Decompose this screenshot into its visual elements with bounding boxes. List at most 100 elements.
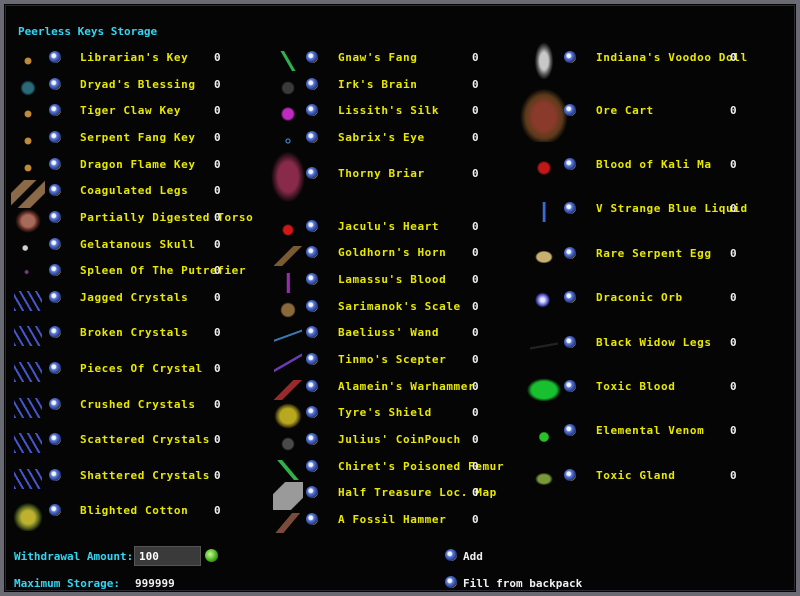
withdraw-item-button[interactable] — [49, 469, 61, 481]
withdraw-item-button[interactable] — [49, 78, 61, 90]
item-name: Jagged Crystals — [80, 291, 189, 304]
item-quantity: 0 — [472, 131, 479, 144]
withdraw-item-button[interactable] — [564, 424, 576, 436]
storage-gump: Peerless Keys Storage Librarian's Key 0 Dr… — [0, 0, 800, 596]
key-icon — [14, 158, 42, 178]
withdraw-item-button[interactable] — [49, 158, 61, 170]
withdraw-item-button[interactable] — [49, 504, 61, 516]
item-quantity: 0 — [730, 469, 737, 482]
item-quantity: 0 — [472, 433, 479, 446]
blue-liquid-icon — [530, 202, 558, 222]
withdraw-item-button[interactable] — [306, 167, 318, 179]
withdraw-item-button[interactable] — [564, 51, 576, 63]
key-icon — [14, 104, 42, 124]
withdraw-item-button[interactable] — [564, 469, 576, 481]
item-name: Black Widow Legs — [596, 336, 712, 349]
withdraw-item-button[interactable] — [49, 104, 61, 116]
torso-icon — [13, 207, 43, 235]
withdraw-item-button[interactable] — [564, 247, 576, 259]
item-quantity: 0 — [472, 380, 479, 393]
withdraw-item-button[interactable] — [564, 158, 576, 170]
withdraw-item-button[interactable] — [306, 460, 318, 472]
withdraw-item-button[interactable] — [306, 104, 318, 116]
item-name: Indiana's Voodoo Doll — [596, 51, 748, 64]
item-name: Chiret's Poisoned Femur — [338, 460, 505, 473]
item-name: Draconic Orb — [596, 291, 683, 304]
item-quantity: 0 — [472, 104, 479, 117]
item-name: Coagulated Legs — [80, 184, 189, 197]
item-name: Pieces Of Crystal — [80, 362, 203, 375]
item-quantity: 0 — [214, 238, 221, 251]
add-label: Add — [463, 550, 483, 563]
item-name: Gelatanous Skull — [80, 238, 196, 251]
key-icon — [14, 131, 42, 151]
item-quantity: 0 — [472, 78, 479, 91]
voodoo-doll-icon — [532, 37, 556, 85]
warhammer-icon — [274, 380, 302, 400]
withdraw-item-button[interactable] — [49, 291, 61, 303]
withdraw-item-button[interactable] — [306, 78, 318, 90]
add-button[interactable] — [445, 549, 457, 561]
withdraw-item-button[interactable] — [306, 380, 318, 392]
item-quantity: 0 — [472, 486, 479, 499]
item-name: Scattered Crystals — [80, 433, 211, 446]
horn-icon — [274, 246, 302, 266]
item-quantity: 0 — [472, 300, 479, 313]
withdraw-item-button[interactable] — [306, 486, 318, 498]
item-name: Shattered Crystals — [80, 469, 211, 482]
item-quantity: 0 — [472, 513, 479, 526]
withdraw-item-button[interactable] — [49, 184, 61, 196]
withdraw-item-button[interactable] — [306, 513, 318, 525]
withdraw-item-button[interactable] — [49, 326, 61, 338]
scale-icon — [274, 300, 302, 320]
legs-icon — [11, 180, 45, 208]
withdraw-item-button[interactable] — [49, 433, 61, 445]
item-name: Tinmo's Scepter — [338, 353, 447, 366]
withdraw-item-button[interactable] — [49, 131, 61, 143]
item-name: Toxic Blood — [596, 380, 676, 393]
item-name: Crushed Crystals — [80, 398, 196, 411]
item-name: V Strange Blue Liquid — [596, 202, 748, 215]
max-storage-label: Maximum Storage: — [14, 577, 120, 590]
skull-icon — [14, 238, 42, 258]
item-quantity: 0 — [214, 211, 221, 224]
withdraw-item-button[interactable] — [564, 104, 576, 116]
withdraw-item-button[interactable] — [49, 211, 61, 223]
withdraw-item-button[interactable] — [306, 131, 318, 143]
item-quantity: 0 — [472, 167, 479, 180]
withdraw-item-button[interactable] — [306, 353, 318, 365]
withdraw-item-button[interactable] — [306, 51, 318, 63]
withdraw-item-button[interactable] — [306, 433, 318, 445]
withdraw-amount-input[interactable] — [134, 546, 201, 566]
item-quantity: 0 — [472, 51, 479, 64]
withdraw-item-button[interactable] — [306, 246, 318, 258]
fill-from-backpack-button[interactable] — [445, 576, 457, 588]
withdraw-item-button[interactable] — [49, 264, 61, 276]
item-name: Sarimanok's Scale — [338, 300, 461, 313]
withdraw-item-button[interactable] — [564, 380, 576, 392]
withdraw-item-button[interactable] — [564, 291, 576, 303]
item-name: Tiger Claw Key — [80, 104, 182, 117]
withdraw-item-button[interactable] — [49, 51, 61, 63]
fill-from-backpack-label: Fill from backpack — [463, 577, 583, 590]
withdraw-item-button[interactable] — [306, 326, 318, 338]
item-name: Alamein's Warhammer — [338, 380, 476, 393]
item-name: A Fossil Hammer — [338, 513, 447, 526]
withdraw-item-button[interactable] — [564, 336, 576, 348]
item-name: Lissith's Silk — [338, 104, 440, 117]
item-name: Spleen Of The Putrefier — [80, 264, 247, 277]
withdraw-item-button[interactable] — [306, 273, 318, 285]
withdraw-item-button[interactable] — [306, 406, 318, 418]
withdraw-item-button[interactable] — [49, 238, 61, 250]
item-name: Librarian's Key — [80, 51, 189, 64]
item-quantity: 0 — [730, 247, 737, 260]
withdraw-item-button[interactable] — [306, 300, 318, 312]
item-name: Gnaw's Fang — [338, 51, 418, 64]
withdraw-item-button[interactable] — [306, 220, 318, 232]
confirm-gem-button[interactable] — [205, 549, 218, 562]
scepter-icon — [274, 353, 302, 373]
item-name: Lamassu's Blood — [338, 273, 447, 286]
withdraw-item-button[interactable] — [49, 398, 61, 410]
withdraw-item-button[interactable] — [49, 362, 61, 374]
withdraw-item-button[interactable] — [564, 202, 576, 214]
